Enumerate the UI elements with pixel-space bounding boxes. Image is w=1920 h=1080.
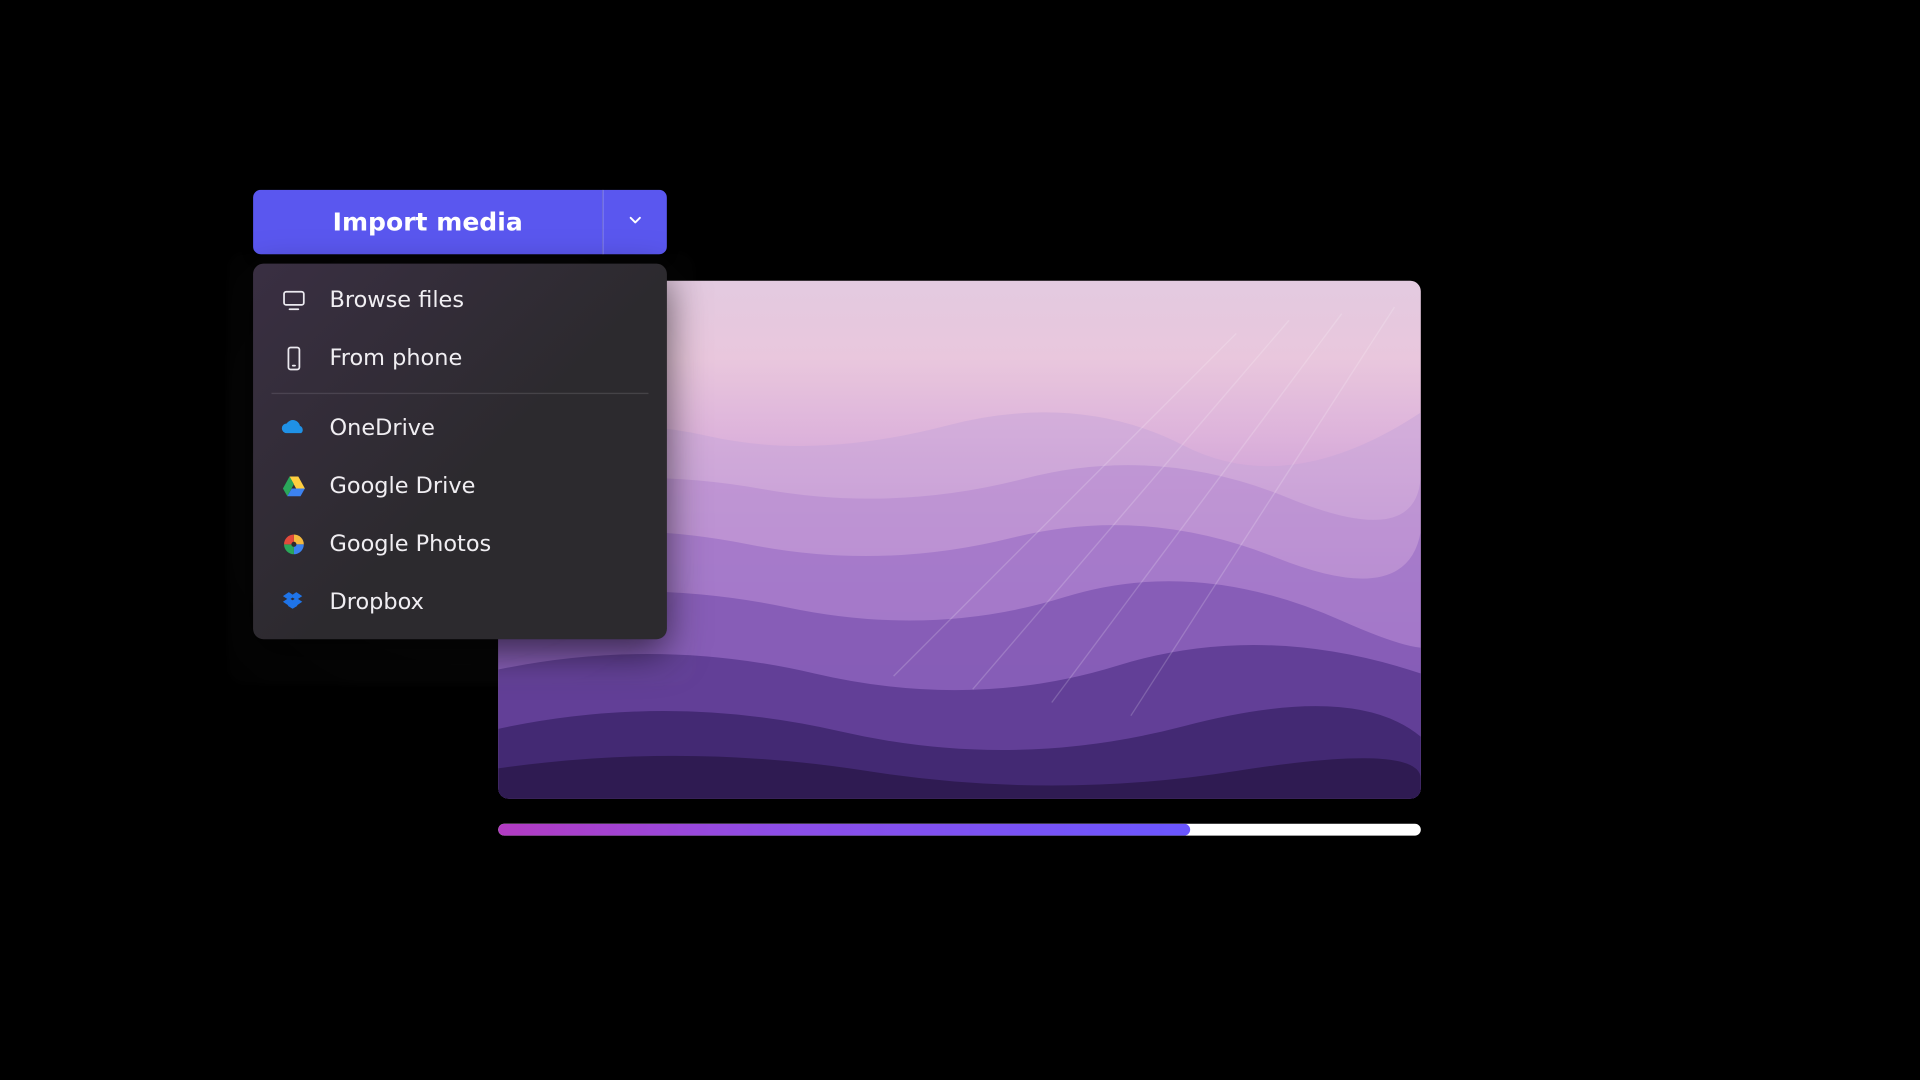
import-media-dropdown: Browse files From phone OneDrive (253, 264, 667, 640)
menu-item-label: Browse files (330, 287, 465, 313)
menu-item-browse-files[interactable]: Browse files (253, 272, 667, 330)
menu-item-label: Dropbox (330, 589, 424, 615)
menu-item-dropbox[interactable]: Dropbox (253, 573, 667, 631)
phone-icon (279, 344, 308, 373)
onedrive-icon (279, 414, 308, 443)
menu-item-from-phone[interactable]: From phone (253, 330, 667, 388)
progress-bar[interactable] (498, 824, 1421, 836)
menu-item-label: Google Photos (330, 531, 492, 557)
google-drive-icon (279, 472, 308, 501)
monitor-icon (279, 286, 308, 315)
menu-item-label: From phone (330, 345, 463, 371)
import-media-split-button: Import media (253, 190, 667, 255)
menu-item-google-drive[interactable]: Google Drive (253, 457, 667, 515)
menu-item-google-photos[interactable]: Google Photos (253, 515, 667, 573)
import-media-button[interactable]: Import media (253, 190, 602, 255)
dropbox-icon (279, 588, 308, 617)
menu-separator (272, 393, 649, 394)
menu-item-label: Google Drive (330, 473, 476, 499)
progress-fill (498, 824, 1190, 836)
menu-item-label: OneDrive (330, 415, 435, 441)
google-photos-icon (279, 530, 308, 559)
import-media-dropdown-toggle[interactable] (602, 190, 667, 255)
chevron-down-icon (626, 210, 644, 235)
menu-item-onedrive[interactable]: OneDrive (253, 399, 667, 457)
import-media-label: Import media (333, 208, 523, 237)
